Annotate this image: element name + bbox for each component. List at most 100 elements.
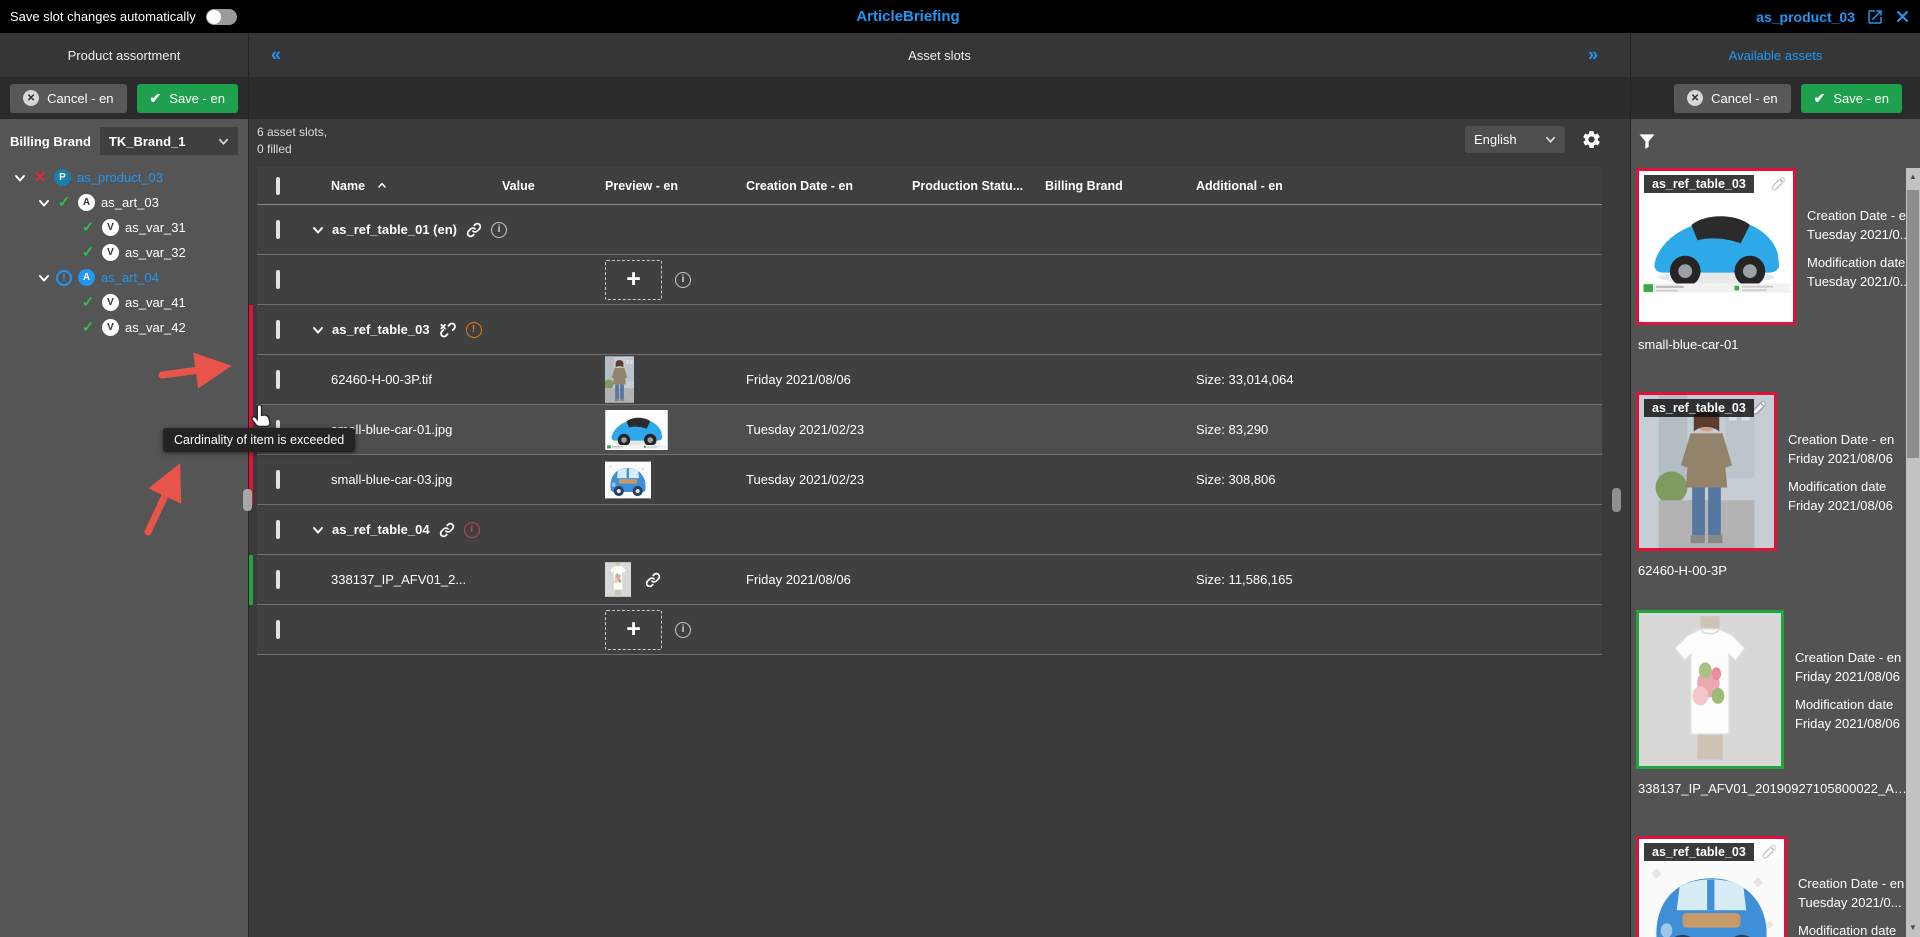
chevron-down-icon[interactable] [14,172,26,184]
asset-thumbnail-car-vintage[interactable] [605,461,651,499]
asset-row[interactable]: small-blue-car-03.jpgTuesday 2021/02/23S… [257,455,1602,505]
gear-icon[interactable] [1581,129,1602,150]
right-panel-actions: ✕ Cancel - en ✔ Save - en [1631,77,1920,119]
tree-item-as_art_04[interactable]: !Aas_art_04 [0,265,248,290]
tree-item-as_var_41[interactable]: ✓Vas_var_41 [0,290,248,315]
collapse-right-icon[interactable]: » [1588,45,1598,66]
filter-icon[interactable] [1637,131,1657,151]
column-header-billing-brand[interactable]: Billing Brand [1045,179,1196,193]
asset-card-image[interactable]: as_ref_table_03 [1636,392,1777,551]
cancel-button[interactable]: ✕ Cancel - en [10,84,126,113]
row-checkbox[interactable] [276,470,280,489]
row-checkbox[interactable] [276,520,280,539]
preview-cell: +i [605,610,746,650]
column-header-label: Billing Brand [1045,179,1123,193]
left-scrollbar-thumb[interactable] [243,489,252,511]
column-header-creation-date-en[interactable]: Creation Date - en [746,179,912,193]
open-external-icon[interactable] [1866,8,1884,26]
asset-name: 338137_IP_AFV01_2... [331,572,466,587]
chevron-down-icon[interactable] [312,524,324,536]
tree-item-as_art_03[interactable]: ✓Aas_art_03 [0,190,248,215]
scroll-down-icon[interactable]: ▼ [1906,921,1920,935]
tree-item-as_var_31[interactable]: ✓Vas_var_31 [0,215,248,240]
table-header-row: NameValuePreview - enCreation Date - enP… [257,167,1602,205]
tree-item-as_var_32[interactable]: ✓Vas_var_32 [0,240,248,265]
asset-row[interactable]: 338137_IP_AFV01_2...Friday 2021/08/06Siz… [257,555,1602,605]
row-checkbox-cell [257,322,312,337]
right-panel-header: Available assets [1631,33,1920,77]
asset-card-image[interactable]: as_ref_table_03 [1636,168,1796,325]
save-button[interactable]: ✔ Save - en [137,84,238,113]
column-header-additional-en[interactable]: Additional - en [1196,179,1602,193]
add-asset-button[interactable]: + [605,610,662,650]
column-header-value[interactable]: Value [502,179,605,193]
edit-pencil-icon[interactable] [1771,176,1786,191]
tree-item-as_var_42[interactable]: ✓Vas_var_42 [0,315,248,340]
group-row-as_ref_table_04[interactable]: as_ref_table_04i [257,505,1602,555]
chevron-down-icon[interactable] [312,324,324,336]
name-cell: 338137_IP_AFV01_2... [312,572,502,587]
asset-row[interactable]: 62460-H-00-3P.tifFriday 2021/08/06Size: … [257,355,1602,405]
row-checkbox[interactable] [276,320,280,339]
center-actions-band [249,77,1630,119]
row-checkbox[interactable] [276,370,280,389]
asset-thumbnail-woman[interactable] [605,356,634,403]
meta-line: Modification date [1788,477,1894,496]
chevron-down-icon[interactable] [38,272,50,284]
additional-cell: Size: 11,586,165 [1196,572,1602,587]
chevron-down-icon[interactable] [312,224,324,236]
cancel-button-label: Cancel - en [1711,91,1777,106]
center-scrollbar-thumb[interactable] [1612,488,1621,512]
edit-pencil-icon[interactable] [1752,400,1767,415]
column-header-name[interactable]: Name [312,179,502,193]
slots-count: 6 asset slots, [257,124,1622,141]
group-row-as_ref_table_01en[interactable]: as_ref_table_01 (en)i [257,205,1602,255]
add-asset-button[interactable]: + [605,260,662,300]
asset-card-meta: Creation Date - enFriday 2021/08/06Modif… [1795,648,1901,733]
preview-cell [605,461,746,499]
asset-card-image[interactable] [1636,610,1784,769]
scrollbar-thumb[interactable] [1907,190,1919,458]
asset-row[interactable]: small-blue-car-01.jpgTuesday 2021/02/23S… [257,405,1602,455]
toggle-knob [207,10,221,24]
slots-info-row: 6 asset slots, 0 filled English [257,119,1622,167]
group-row-content: as_ref_table_03! [312,321,482,339]
scroll-up-icon[interactable]: ▲ [1906,170,1920,184]
asset-card-overlay-title: as_ref_table_03 [1644,843,1754,861]
save-button[interactable]: ✔ Save - en [1801,84,1902,113]
empty-slot-row[interactable]: +i [257,605,1602,655]
close-icon[interactable] [1895,9,1910,24]
collapse-left-icon[interactable]: « [271,45,281,66]
type-badge-a: A [78,269,95,286]
app-title: ArticleBriefing [856,8,959,25]
info-icon: i [491,222,507,238]
empty-slot-row[interactable]: +i [257,255,1602,305]
left-panel-header: Product assortment [0,33,248,77]
asset-thumbnail-car-sport[interactable] [605,410,668,450]
available-assets-panel: Available assets ✕ Cancel - en ✔ Save - … [1630,33,1920,937]
asset-card-image[interactable]: as_ref_table_03 [1636,836,1787,937]
column-header-preview-en[interactable]: Preview - en [605,179,746,193]
row-checkbox[interactable] [276,570,280,589]
creation-date-cell: Tuesday 2021/02/23 [746,472,912,487]
group-row-as_ref_table_03[interactable]: as_ref_table_03! [257,305,1602,355]
row-checkbox[interactable] [276,620,280,639]
row-checkbox-cell [257,622,312,637]
left-panel-actions: ✕ Cancel - en ✔ Save - en [0,77,248,119]
chevron-down-icon[interactable] [38,197,50,209]
cancel-button[interactable]: ✕ Cancel - en [1674,84,1790,113]
meta-line: Friday 2021/08/06 [1795,714,1901,733]
select-all-checkbox[interactable] [276,177,280,195]
language-select[interactable]: English [1465,126,1565,153]
asset-thumbnail-tshirt[interactable] [605,559,631,600]
right-scrollbar[interactable]: ▲ ▼ [1906,168,1920,937]
edit-pencil-icon[interactable] [1762,844,1777,859]
row-checkbox[interactable] [276,220,280,239]
billing-brand-select[interactable]: TK_Brand_1 [100,127,238,155]
tree-item-as_product_03[interactable]: ✕Pas_product_03 [0,165,248,190]
column-header-production-statu-[interactable]: Production Statu... [912,179,1045,193]
language-value: English [1474,132,1517,147]
autosave-toggle[interactable] [206,9,237,25]
row-checkbox[interactable] [276,270,280,289]
meta-line: Creation Date - en [1807,206,1913,225]
